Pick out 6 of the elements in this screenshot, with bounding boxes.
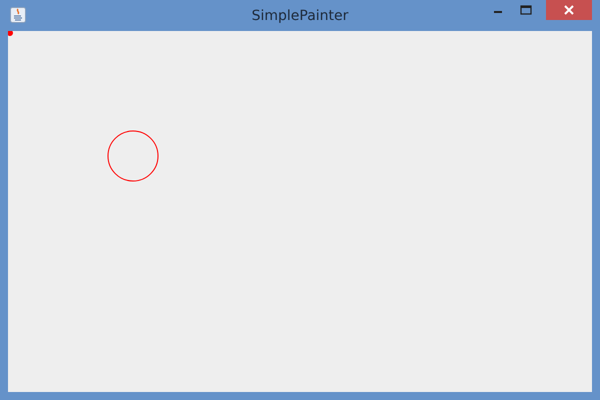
maximize-icon [520, 5, 532, 15]
close-button[interactable] [546, 0, 592, 20]
circle-shape [108, 130, 158, 182]
close-icon [564, 5, 574, 15]
app-icon [10, 7, 26, 23]
window-title: SimplePainter [252, 7, 348, 25]
